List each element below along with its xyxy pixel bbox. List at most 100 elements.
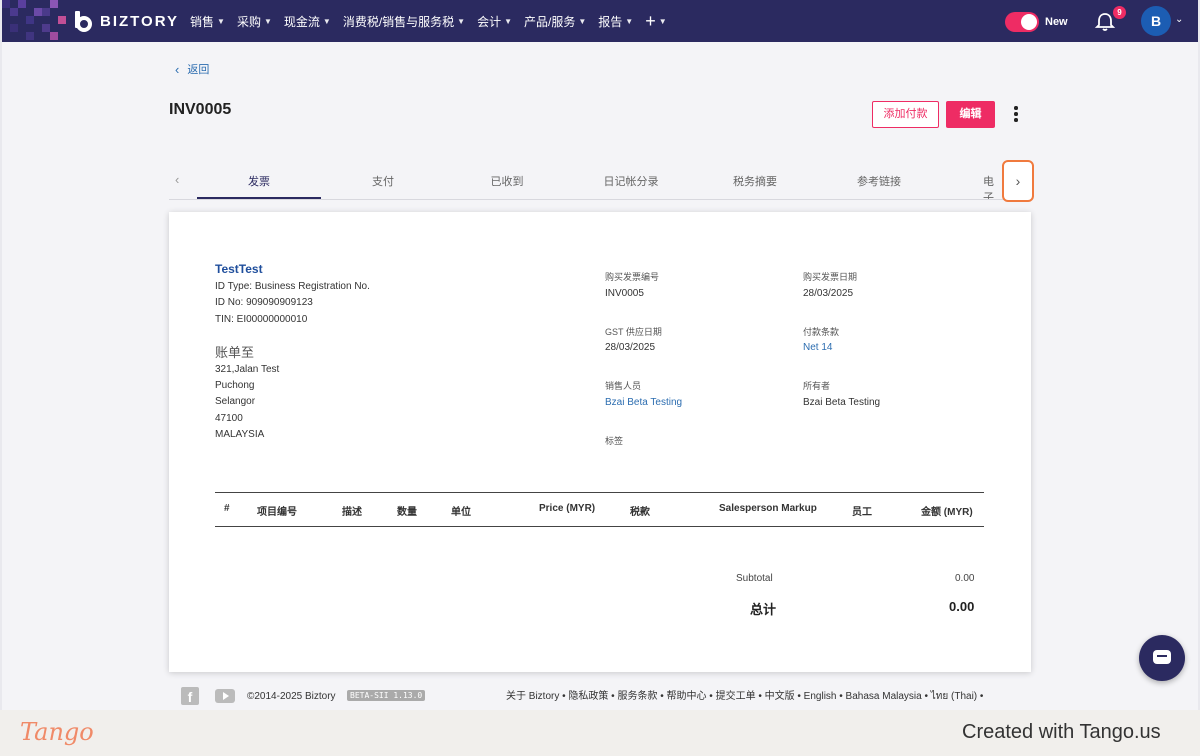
- tab-bar: ‹ 发票 支付 已收到 日记帐分录 税务摘要 参考链接 电子: [169, 160, 1031, 200]
- chevron-down-icon: ▼: [658, 16, 667, 26]
- po-date-label: 购买发票日期: [803, 272, 858, 282]
- subtotal-value: 0.00: [955, 573, 975, 584]
- col-header-salesperson-markup: Salesperson Markup: [719, 503, 817, 514]
- subtotal-label: Subtotal: [736, 573, 773, 584]
- chevron-down-icon: ▼: [578, 16, 587, 26]
- po-date-value: 28/03/2025: [803, 288, 854, 299]
- page-footer: f ©2014-2025 Biztory BETA-SII 1.13.0 关于 …: [181, 686, 1031, 706]
- tab-tax-summary[interactable]: 税务摘要: [693, 173, 817, 189]
- address-line: Puchong: [215, 380, 255, 391]
- menu-purchases[interactable]: 采购 ▼: [237, 13, 272, 30]
- tab-reference-links[interactable]: 参考链接: [817, 173, 941, 189]
- chat-button[interactable]: [1139, 635, 1185, 681]
- add-payment-button[interactable]: 添加付款: [872, 101, 939, 128]
- menu-tax[interactable]: 消费税/销售与服务税 ▼: [343, 13, 465, 30]
- back-link[interactable]: ‹ 返回: [175, 61, 209, 77]
- toggle-label: New: [1045, 16, 1068, 28]
- tab-einvoice[interactable]: 电子: [941, 173, 1001, 199]
- bill-to-heading: 账单至: [215, 345, 255, 360]
- tab-invoice[interactable]: 发票: [197, 173, 321, 189]
- chevron-down-icon: ▼: [322, 16, 331, 26]
- tango-logo: Tango: [20, 718, 94, 746]
- address-line: Selangor: [215, 396, 256, 407]
- version-badge: BETA-SII 1.13.0: [347, 690, 426, 701]
- main-menu: 销售 ▼ 采购 ▼ 现金流 ▼ 消费税/销售与服务税 ▼ 会计 ▼ 产品/服务 ▼ 报告 ▼ …: [190, 0, 679, 42]
- po-number-value: INV0005: [605, 288, 644, 299]
- footer-links[interactable]: 关于 Biztory • 隐私政策 • 服务条款 • 帮助中心 • 提交工单 •…: [506, 687, 983, 704]
- chevron-down-icon[interactable]: ⌄: [1175, 14, 1183, 25]
- tin-number: TIN: EI00000000010: [215, 314, 308, 325]
- col-header-amount: 金额 (MYR): [921, 507, 973, 518]
- col-header-staff: 员工: [852, 507, 872, 518]
- po-number-label: 购买发票编号: [605, 272, 660, 282]
- notification-badge: 9: [1113, 6, 1126, 19]
- chevron-down-icon: ▼: [457, 16, 466, 26]
- tab-payment[interactable]: 支付: [321, 173, 445, 189]
- salesperson-label: 销售人员: [605, 381, 642, 391]
- table-top-border: [215, 492, 984, 493]
- menu-label: 销售: [190, 14, 215, 29]
- edit-button[interactable]: 编辑: [946, 101, 995, 128]
- brand-name: BIZTORY: [100, 12, 180, 30]
- biztory-logo-icon: [75, 11, 92, 32]
- payment-terms-link[interactable]: Net 14: [803, 342, 832, 353]
- chat-icon: [1153, 650, 1171, 664]
- company-name: TestTest: [215, 262, 263, 276]
- col-header-unit: 单位: [451, 507, 471, 518]
- menu-reports[interactable]: 报告 ▼: [598, 13, 633, 30]
- owner-value: Bzai Beta Testing: [803, 397, 881, 408]
- new-ui-toggle[interactable]: New: [1005, 12, 1068, 32]
- col-header-number: #: [224, 503, 230, 514]
- address-line: 47100: [215, 413, 243, 424]
- top-navbar: BIZTORY 销售 ▼ 采购 ▼ 现金流 ▼ 消费税/销售与服务税 ▼ 会计 ▼ 产品/…: [2, 0, 1198, 42]
- chevron-down-icon: ▼: [217, 16, 225, 26]
- menu-label: 会计: [477, 14, 502, 29]
- address-line: 321,Jalan Test: [215, 364, 280, 375]
- back-label: 返回: [187, 64, 210, 76]
- tango-credit: Created with Tango.us: [962, 721, 1161, 743]
- youtube-icon[interactable]: [215, 689, 235, 703]
- page-title: INV0005: [169, 101, 232, 118]
- more-options-icon[interactable]: [1009, 104, 1023, 124]
- gst-date-value: 28/03/2025: [605, 342, 656, 353]
- chevron-down-icon: ▼: [625, 16, 634, 26]
- biztory-logo[interactable]: BIZTORY: [72, 9, 179, 33]
- tags-label: 标签: [605, 436, 624, 446]
- gst-date-label: GST 供应日期: [605, 327, 662, 337]
- total-value: 0.00: [949, 599, 975, 614]
- id-type: ID Type: Business Registration No.: [215, 281, 370, 292]
- menu-label: 产品/服务: [524, 14, 576, 29]
- chevron-down-icon: ▼: [263, 16, 272, 26]
- address-line: MALAYSIA: [215, 429, 265, 440]
- chevron-down-icon: ▼: [504, 16, 513, 26]
- owner-label: 所有者: [803, 381, 831, 391]
- menu-sales[interactable]: 销售 ▼: [190, 13, 225, 30]
- col-header-description: 描述: [342, 507, 362, 518]
- payment-terms-label: 付款条款: [803, 327, 840, 337]
- col-header-price: Price (MYR): [539, 503, 596, 514]
- plus-icon: +: [645, 10, 656, 31]
- salesperson-link[interactable]: Bzai Beta Testing: [605, 397, 682, 408]
- menu-label: 现金流: [283, 14, 320, 29]
- table-bottom-border: [215, 526, 984, 527]
- active-tab-indicator: [197, 197, 321, 199]
- chevron-left-icon: ‹: [175, 61, 180, 77]
- toggle-switch[interactable]: [1005, 12, 1039, 32]
- menu-label: 消费税/销售与服务税: [342, 14, 455, 29]
- menu-accounting[interactable]: 会计 ▼: [477, 13, 512, 30]
- menu-label: 采购: [236, 14, 261, 29]
- tab-journal[interactable]: 日记帐分录: [569, 173, 693, 189]
- chevron-right-icon[interactable]: ›: [1002, 160, 1034, 202]
- menu-add[interactable]: + ▼: [645, 11, 666, 32]
- tango-watermark-bar: Tango Created with Tango.us: [0, 710, 1200, 756]
- col-header-quantity: 数量: [397, 507, 417, 518]
- menu-products[interactable]: 产品/服务 ▼: [524, 13, 586, 30]
- invoice-card: TestTest ID Type: Business Registration …: [169, 212, 1031, 672]
- tab-received[interactable]: 已收到: [445, 173, 569, 189]
- menu-cashflow[interactable]: 现金流 ▼: [284, 13, 331, 30]
- facebook-icon[interactable]: f: [181, 687, 199, 705]
- id-number: ID No: 909090909123: [215, 297, 313, 308]
- col-header-tax: 税款: [630, 507, 650, 518]
- avatar[interactable]: B: [1141, 6, 1171, 36]
- chevron-left-icon[interactable]: ‹: [175, 172, 179, 187]
